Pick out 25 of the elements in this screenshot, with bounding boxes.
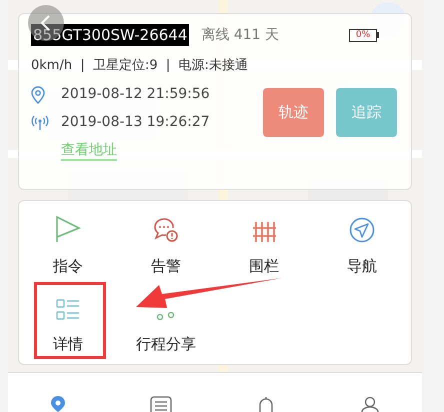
action-item[interactable]: 详情	[53, 289, 83, 357]
location-pin-icon	[31, 86, 45, 104]
tab-button[interactable]	[360, 394, 380, 412]
chat-alert-icon	[153, 217, 179, 243]
flag-icon	[55, 215, 81, 243]
battery-level: 0%	[349, 28, 377, 42]
action-item[interactable]: 指令	[53, 211, 83, 279]
tab-button[interactable]	[50, 394, 66, 412]
list-icon	[56, 299, 80, 321]
timestamp: 2019-08-13 19:26:27	[61, 113, 210, 132]
device-id: 855GT300SW-26644	[31, 24, 190, 46]
action-item[interactable]: 告警	[151, 211, 181, 279]
action-item[interactable]: 行程分享	[136, 289, 196, 357]
signal-icon	[31, 114, 49, 130]
user-icon	[360, 396, 380, 412]
action-item[interactable]: 导航	[347, 211, 377, 279]
tab-button[interactable]	[150, 394, 172, 412]
timestamp: 2019-08-12 21:59:56	[61, 85, 210, 104]
navigation-icon	[349, 217, 375, 243]
action-item[interactable]: 围栏	[249, 211, 279, 279]
list-icon	[150, 396, 172, 412]
offline-status: 离线 411 天	[201, 26, 280, 44]
route-share-icon	[155, 311, 177, 321]
fence-icon	[252, 221, 276, 243]
device-stats: 0km/h | 卫星定位:9 | 电源:未接通	[31, 57, 249, 75]
